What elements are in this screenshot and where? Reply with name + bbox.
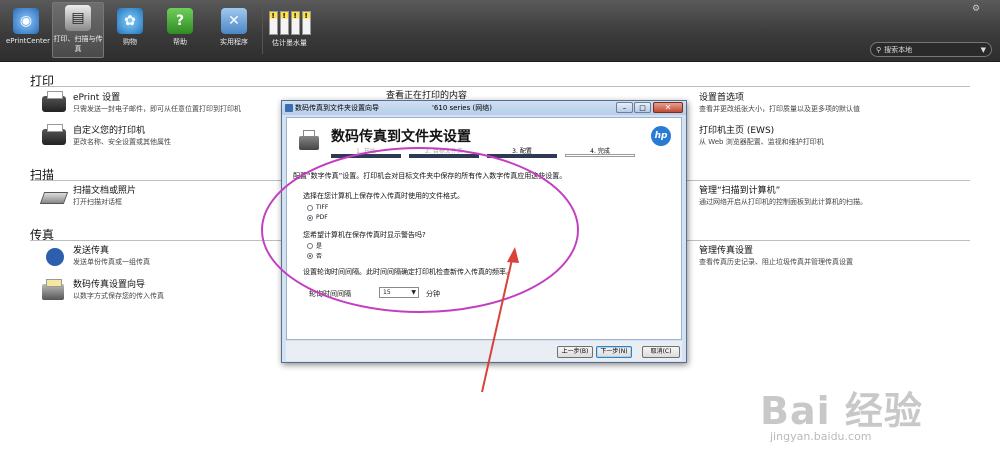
poll-interval-question: 设置轮询时间间隔。此时间间隔确定打印机检查新传入传真的频率。 (303, 268, 513, 276)
ink-warning-icon (279, 11, 289, 35)
hp-logo-icon: hp (651, 126, 671, 146)
help-icon: ? (167, 8, 193, 34)
set-preferences-item[interactable]: 设置首选项 查看并更改纸张大小，打印质量以及更多项的默认值 (668, 93, 860, 115)
back-button[interactable]: 上一步(B) (557, 346, 593, 358)
radio-no[interactable]: 否 (307, 251, 322, 260)
manage-scan-to-computer-item[interactable]: 管理“扫描到计算机” 通过网络开启从打印机的控制面板到此计算机的扫描。 (668, 186, 867, 208)
step-finish: 4. 完成 (565, 148, 635, 160)
notify-question: 您希望计算机在保存传真时显示警告吗? (303, 231, 426, 239)
dialog-title: 数码传真到文件夹设置向导 (295, 104, 379, 112)
fax-printer-icon (297, 128, 321, 152)
fax-machine-icon (42, 279, 68, 302)
ink-warning-icon (290, 11, 300, 35)
poll-interval-label: 轮询时间间隔 (309, 290, 351, 298)
scanner-icon (39, 186, 69, 208)
search-placeholder: 搜索本地 (884, 45, 913, 54)
ink-levels-button[interactable]: 估计墨水量 (262, 8, 316, 54)
digital-fax-wizard-dialog: 数码传真到文件夹设置向导 '610 series (网络) – □ ✕ 数码传真… (281, 100, 687, 363)
dialog-title-bar: 数码传真到文件夹设置向导 '610 series (网络) – □ ✕ (282, 101, 686, 115)
eprint-icon: ◉ (13, 8, 39, 34)
search-icon: ⚲ (876, 45, 882, 54)
chevron-down-icon[interactable]: ▼ (411, 288, 416, 298)
cancel-button[interactable]: 取消(C) (642, 346, 680, 358)
dialog-title-tail: '610 series (网络) (432, 104, 492, 112)
customize-printer-item[interactable]: 自定义您的打印机 更改名称、安全设置或其他属性 (42, 124, 171, 148)
minimize-button[interactable]: – (616, 102, 633, 113)
dialog-heading: 数码传真到文件夹设置 (331, 129, 471, 145)
dialog-intro-text: 配置“数字传真”设置。打印机会对目标文件夹中保存的所有传入数字传真应用这些设置。 (293, 172, 567, 180)
poll-interval-unit: 分钟 (426, 290, 440, 298)
send-fax-item[interactable]: 发送传真 发送单份传真或一组传真 (42, 246, 150, 268)
main-toolbar: ◉ ePrintCenter ▤ 打印、扫描与传真 ✿ 购物 ? 帮助 ✕ 实用… (0, 0, 1000, 62)
step-configure: 3. 配置 (487, 148, 557, 160)
eprint-settings-item[interactable]: ePrint 设置 只需发送一封电子邮件，即可从任意位置打印到打印机 (42, 91, 241, 115)
next-button[interactable]: 下一步(N) (596, 346, 632, 358)
radio-circle[interactable] (307, 242, 313, 249)
radio-tiff[interactable]: TIFF (307, 204, 328, 211)
ink-warning-icon (268, 11, 278, 35)
maximize-button[interactable]: □ (634, 102, 651, 113)
step-start: 1. 开始 (331, 148, 401, 160)
file-format-question: 选择在您计算机上保存传入传真时使用的文件格式。 (303, 192, 464, 200)
help-button[interactable]: ? 帮助 (158, 6, 202, 58)
poll-interval-select[interactable]: 15 ▼ (379, 287, 419, 298)
shopping-icon: ✿ (117, 8, 143, 34)
print-scan-fax-button[interactable]: ▤ 打印、扫描与传真 (52, 2, 104, 58)
ink-cartridges (263, 11, 316, 35)
radio-pdf[interactable]: PDF (307, 214, 328, 221)
step-target-folder: 2. 目标文件夹 (409, 148, 479, 160)
scan-document-item[interactable]: 扫描文档或照片 打开扫描对话框 (39, 186, 136, 208)
wizard-steps: 1. 开始 2. 目标文件夹 3. 配置 4. 完成 (331, 148, 635, 160)
radio-circle-selected[interactable] (307, 214, 313, 221)
close-button[interactable]: ✕ (653, 102, 683, 113)
tools-icon: ✕ (221, 8, 247, 34)
digital-fax-wizard-item[interactable]: 数码传真设置向导 以数字方式保存您的传入传真 (42, 279, 164, 302)
baidu-watermark: Bai 经验 jingyan.baidu.com (760, 389, 923, 443)
radio-yes[interactable]: 是 (307, 241, 322, 250)
window-control-icon[interactable]: ⚙ (972, 4, 980, 14)
eprint-printer-icon (42, 91, 68, 115)
manage-fax-settings-item[interactable]: 管理传真设置 查看传真历史记录、阻止垃圾传真并管理传真设置 (668, 246, 853, 268)
printer-home-item[interactable]: 打印机主页 (EWS) 从 Web 浏览器配置、监视和维护打印机 (668, 126, 824, 148)
dialog-body: 数码传真到文件夹设置 hp 1. 开始 2. 目标文件夹 3. 配置 4. 完成… (286, 117, 682, 340)
eprintcenter-button[interactable]: ◉ ePrintCenter (6, 6, 50, 58)
utilities-button[interactable]: ✕ 实用程序 (210, 6, 258, 58)
printer-settings-icon (42, 124, 68, 148)
ink-warning-icon (301, 11, 311, 35)
shopping-button[interactable]: ✿ 购物 (108, 6, 152, 58)
divider (30, 86, 970, 87)
printer-icon: ▤ (65, 5, 91, 31)
radio-circle-selected[interactable] (307, 252, 313, 259)
app-icon (285, 104, 293, 112)
phone-fax-icon (42, 246, 68, 268)
chevron-down-icon[interactable]: ▼ (981, 46, 986, 54)
search-field[interactable]: ⚲ 搜索本地 ▼ (870, 42, 992, 57)
radio-circle[interactable] (307, 204, 313, 211)
